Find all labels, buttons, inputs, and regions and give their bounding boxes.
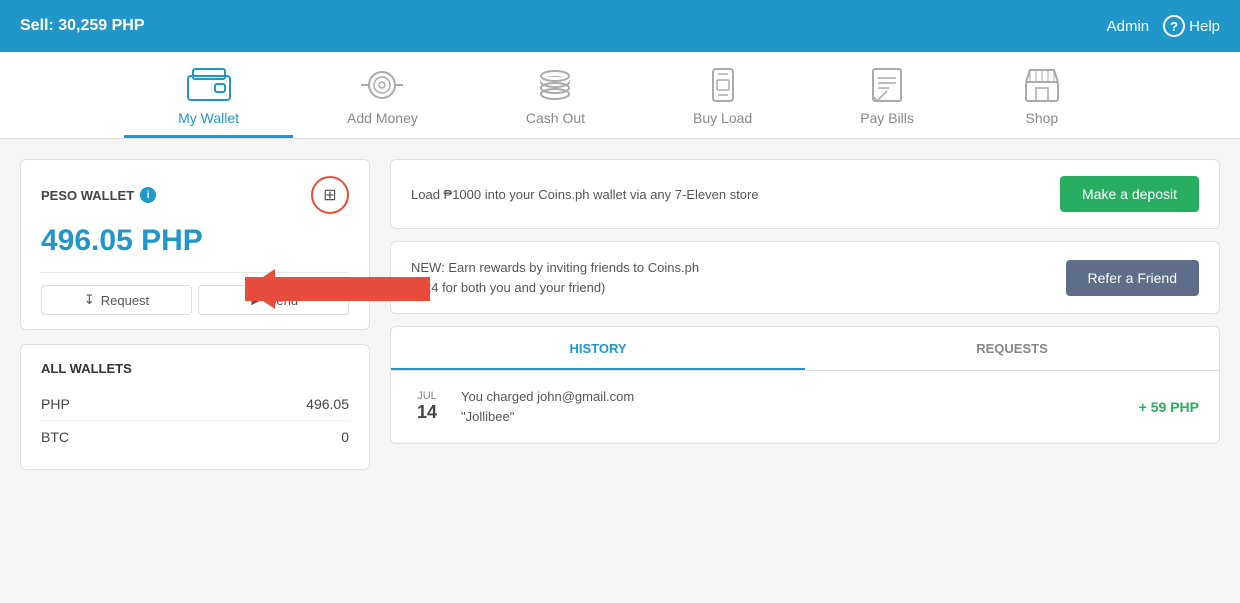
main-content: PESO WALLET i ⊞ 496.05 PHP ↧ Request ► S… <box>0 139 1240 580</box>
history-tabs: HISTORY REQUESTS <box>391 327 1219 371</box>
top-bar: Sell: 30,259 PHP Admin ? Help <box>0 0 1240 52</box>
sell-price: Sell: 30,259 PHP <box>20 17 145 35</box>
balance-amount: 496.05 PHP <box>41 224 349 258</box>
right-panel: Load ₱1000 into your Coins.ph wallet via… <box>390 159 1220 560</box>
peso-wallet-title: PESO WALLET i <box>41 187 156 203</box>
history-card: HISTORY REQUESTS JUL 14 You charged john… <box>390 326 1220 444</box>
top-bar-right: Admin ? Help <box>1107 15 1220 37</box>
help-icon: ? <box>1163 15 1185 37</box>
wallet-currency-php: PHP <box>41 396 70 412</box>
left-panel: PESO WALLET i ⊞ 496.05 PHP ↧ Request ► S… <box>20 159 370 560</box>
tab-my-wallet-label: My Wallet <box>178 110 239 126</box>
buy-load-icon <box>707 68 739 102</box>
qr-code-icon: ⊞ <box>323 185 336 205</box>
tab-cash-out[interactable]: Cash Out <box>472 52 639 138</box>
send-icon: ► <box>249 293 262 308</box>
tab-buy-load[interactable]: Buy Load <box>639 52 806 138</box>
tab-shop[interactable]: Shop <box>968 52 1116 138</box>
deposit-banner: Load ₱1000 into your Coins.ph wallet via… <box>390 159 1220 229</box>
wallet-currency-btc: BTC <box>41 429 69 445</box>
admin-label: Admin <box>1107 18 1150 35</box>
nav-tabs: My Wallet Add Money Cash Out Buy Load <box>0 52 1240 139</box>
tab-history[interactable]: HISTORY <box>391 327 805 370</box>
tab-buy-load-label: Buy Load <box>693 110 752 126</box>
all-wallets-title: ALL WALLETS <box>41 361 349 376</box>
help-section[interactable]: ? Help <box>1163 15 1220 37</box>
peso-wallet-header: PESO WALLET i ⊞ <box>41 176 349 214</box>
info-icon[interactable]: i <box>140 187 156 203</box>
refer-text: NEW: Earn rewards by inviting friends to… <box>411 258 699 297</box>
wallet-row-php: PHP 496.05 <box>41 388 349 421</box>
refer-banner: NEW: Earn rewards by inviting friends to… <box>390 241 1220 314</box>
deposit-banner-text: Load ₱1000 into your Coins.ph wallet via… <box>411 187 759 202</box>
qr-button[interactable]: ⊞ <box>311 176 349 214</box>
wallet-icon <box>187 68 231 102</box>
history-amount: + 59 PHP <box>1139 399 1199 415</box>
history-row: JUL 14 You charged john@gmail.com"Jollib… <box>391 371 1219 443</box>
add-money-icon <box>360 68 404 102</box>
send-button[interactable]: ► Send <box>198 285 349 315</box>
tab-pay-bills-label: Pay Bills <box>860 110 914 126</box>
tab-cash-out-label: Cash Out <box>526 110 585 126</box>
tab-add-money-label: Add Money <box>347 110 418 126</box>
shop-icon <box>1022 68 1062 102</box>
wallet-row-btc: BTC 0 <box>41 421 349 453</box>
make-deposit-button[interactable]: Make a deposit <box>1060 176 1199 212</box>
wallet-amount-btc: 0 <box>341 429 349 445</box>
wallet-amount-php: 496.05 <box>306 396 349 412</box>
wallet-actions: ↧ Request ► Send <box>41 272 349 315</box>
request-button[interactable]: ↧ Request <box>41 285 192 315</box>
history-day: 14 <box>411 402 443 423</box>
history-month: JUL <box>411 390 443 402</box>
help-label: Help <box>1189 18 1220 35</box>
tab-pay-bills[interactable]: Pay Bills <box>806 52 968 138</box>
pay-bills-icon <box>869 68 905 102</box>
download-icon: ↧ <box>84 292 95 308</box>
cash-out-icon <box>533 68 577 102</box>
refer-friend-button[interactable]: Refer a Friend <box>1066 260 1199 296</box>
tab-my-wallet[interactable]: My Wallet <box>124 52 293 138</box>
history-description: You charged john@gmail.com"Jollibee" <box>461 387 1139 426</box>
peso-wallet-card: PESO WALLET i ⊞ 496.05 PHP ↧ Request ► S… <box>20 159 370 330</box>
all-wallets-card: ALL WALLETS PHP 496.05 BTC 0 <box>20 344 370 470</box>
history-date: JUL 14 <box>411 390 443 423</box>
tab-add-money[interactable]: Add Money <box>293 52 472 138</box>
tab-shop-label: Shop <box>1026 110 1059 126</box>
tab-requests[interactable]: REQUESTS <box>805 327 1219 370</box>
